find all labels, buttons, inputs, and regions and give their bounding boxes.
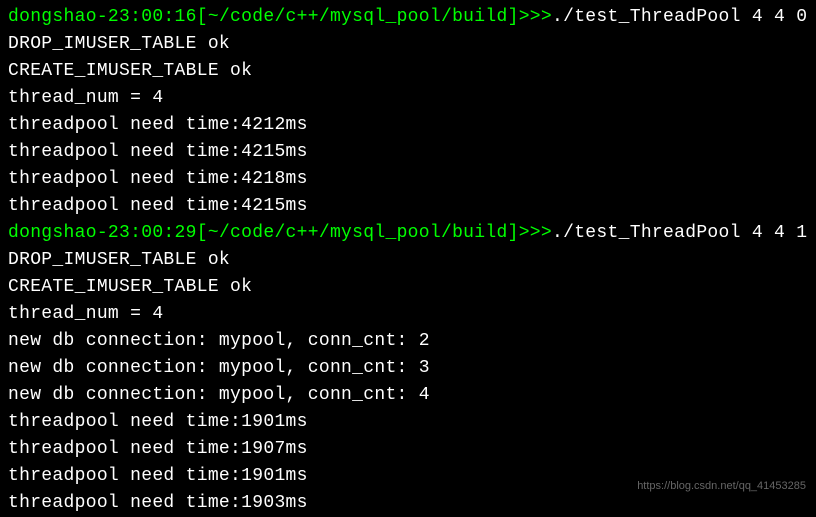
- output-line: new db connection: mypool, conn_cnt: 3: [8, 355, 808, 382]
- output-line: new db connection: mypool, conn_cnt: 2: [8, 328, 808, 355]
- prompt-marker: >>>: [519, 7, 552, 27]
- output-line: DROP_IMUSER_TABLE ok: [8, 31, 808, 58]
- output-line: thread_num = 4: [8, 85, 808, 112]
- terminal-window[interactable]: dongshao-23:00:16[~/code/c++/mysql_pool/…: [8, 4, 808, 517]
- prompt-line-1: dongshao-23:00:16[~/code/c++/mysql_pool/…: [8, 4, 808, 31]
- output-line: threadpool need time:4212ms: [8, 112, 808, 139]
- output-line: DROP_IMUSER_TABLE ok: [8, 247, 808, 274]
- prompt-user-host: dongshao-23:00:16: [8, 7, 197, 27]
- output-line: threadpool need time:4218ms: [8, 166, 808, 193]
- output-line: thread_num = 4: [8, 301, 808, 328]
- prompt-line-2: dongshao-23:00:29[~/code/c++/mysql_pool/…: [8, 220, 808, 247]
- prompt-path: [~/code/c++/mysql_pool/build]: [197, 7, 519, 27]
- output-line: CREATE_IMUSER_TABLE ok: [8, 58, 808, 85]
- output-line: threadpool need time:4215ms: [8, 193, 808, 220]
- output-line: threadpool need time:1901ms: [8, 409, 808, 436]
- prompt-path: [~/code/c++/mysql_pool/build]: [197, 223, 519, 243]
- command-text: ./test_ThreadPool 4 4 0: [552, 7, 807, 27]
- command-text: ./test_ThreadPool 4 4 1: [552, 223, 807, 243]
- prompt-marker: >>>: [519, 223, 552, 243]
- watermark-text: https://blog.csdn.net/qq_41453285: [637, 478, 806, 495]
- output-line: threadpool need time:4215ms: [8, 139, 808, 166]
- output-line: threadpool need time:1907ms: [8, 436, 808, 463]
- prompt-user-host: dongshao-23:00:29: [8, 223, 197, 243]
- output-line: new db connection: mypool, conn_cnt: 4: [8, 382, 808, 409]
- output-line: threadpool need time:1903ms: [8, 490, 808, 517]
- output-line: CREATE_IMUSER_TABLE ok: [8, 274, 808, 301]
